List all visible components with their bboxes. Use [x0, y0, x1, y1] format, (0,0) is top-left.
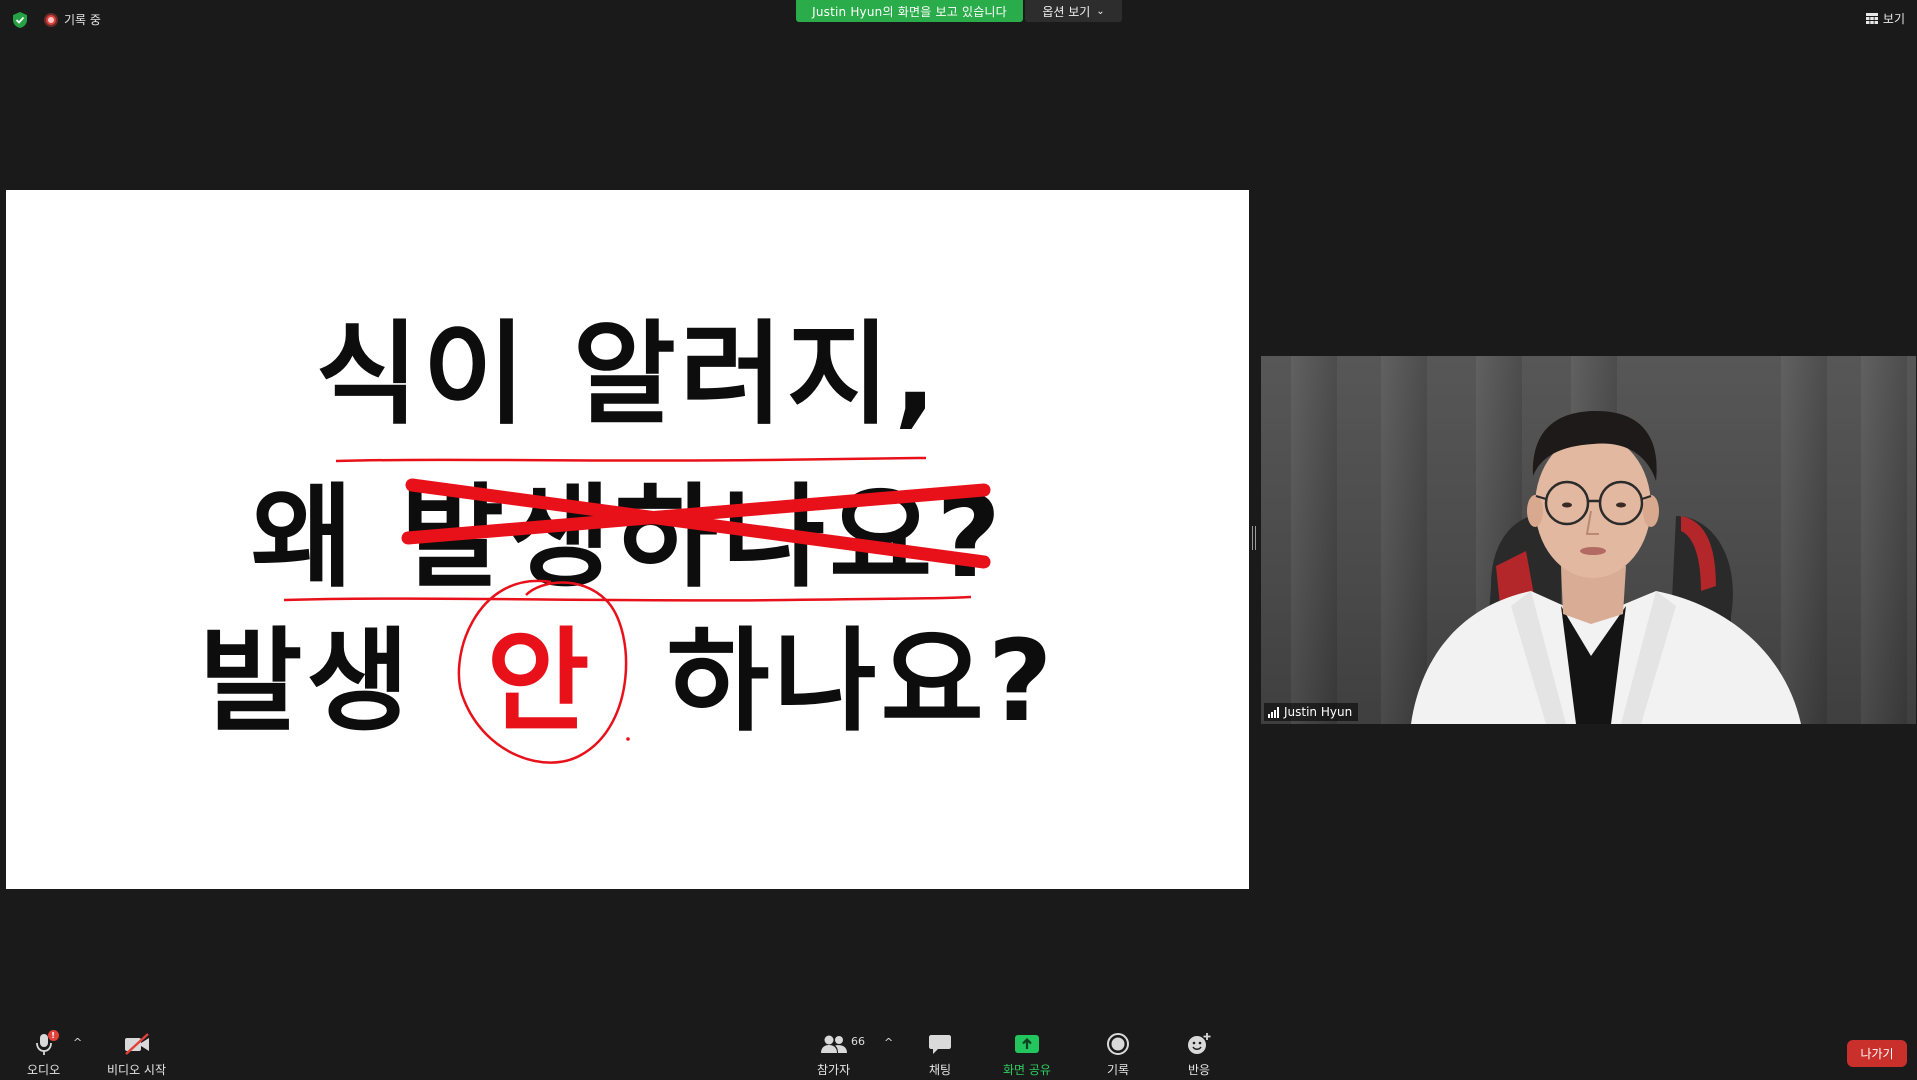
- participants-label: 참가자: [817, 1063, 851, 1077]
- leave-label: 나가기: [1860, 1047, 1894, 1061]
- participant-name-tag: Justin Hyun: [1264, 703, 1359, 721]
- share-screen-button[interactable]: 화면 공유: [1003, 1031, 1051, 1078]
- meeting-toolbar: ! 오디오 ^ 비디오 시작 참가자 66 ^ 채팅 화면 공유 기록 반응: [0, 1020, 1917, 1080]
- participant-video-tile[interactable]: Justin Hyun: [1261, 356, 1916, 724]
- start-video-label: 비디오 시작: [107, 1063, 167, 1077]
- recording-indicator[interactable]: 기록 중: [44, 11, 101, 28]
- recording-label: 기록 중: [64, 13, 101, 27]
- participant-name: Justin Hyun: [1284, 705, 1353, 719]
- slide-line-3-highlight: 안: [486, 617, 593, 747]
- people-icon: [820, 1035, 847, 1053]
- view-options-label: 옵션 보기: [1042, 4, 1091, 19]
- participants-button[interactable]: 참가자: [817, 1031, 850, 1078]
- audio-options-caret[interactable]: ^: [73, 1036, 82, 1049]
- annotation-underline-1: [335, 456, 927, 463]
- view-options-button[interactable]: 옵션 보기 ⌄: [1025, 0, 1122, 22]
- resize-handle[interactable]: [1252, 526, 1256, 550]
- signal-strength-icon: [1268, 706, 1279, 718]
- leave-meeting-button[interactable]: 나가기: [1847, 1040, 1907, 1067]
- participants-count: 66: [851, 1035, 865, 1048]
- chat-button[interactable]: 채팅: [928, 1031, 952, 1078]
- shield-check-icon[interactable]: [11, 11, 29, 29]
- audio-warning-badge: !: [47, 1030, 59, 1041]
- grid-icon: [1865, 13, 1878, 24]
- annotation-dot: [626, 737, 630, 741]
- reactions-label: 반응: [1187, 1063, 1211, 1077]
- record-circle-icon: [1107, 1033, 1129, 1055]
- slide-line-3-word-2: 하나요?: [667, 617, 1057, 747]
- audio-label: 오디오: [27, 1063, 61, 1077]
- slide-line-1: 식이 알러지,: [316, 310, 941, 440]
- reactions-button[interactable]: 반응: [1186, 1031, 1212, 1078]
- view-button[interactable]: 보기: [1865, 10, 1905, 27]
- start-video-button[interactable]: 비디오 시작: [107, 1031, 166, 1078]
- participants-options-caret[interactable]: ^: [884, 1036, 893, 1049]
- chat-bubble-icon: [929, 1035, 951, 1054]
- share-screen-label: 화면 공유: [1003, 1063, 1051, 1077]
- record-label: 기록: [1106, 1063, 1130, 1077]
- video-camera-off-icon: [124, 1033, 149, 1055]
- zoom-meeting-window: 기록 중 Justin Hyun의 화면을 보고 있습니다 옵션 보기 ⌄ 보기…: [0, 0, 1917, 1080]
- smiley-plus-icon: [1188, 1033, 1211, 1054]
- slide-line-3: 발생 안 하나요?: [199, 617, 1056, 747]
- audio-button[interactable]: ! 오디오: [27, 1030, 61, 1078]
- share-banner-text: Justin Hyun의 화면을 보고 있습니다: [812, 4, 1007, 19]
- record-dot-icon: [44, 12, 58, 27]
- share-screen-up-arrow-icon: [1014, 1035, 1039, 1053]
- record-button[interactable]: 기록: [1106, 1031, 1130, 1078]
- participant-video-frame: [1411, 411, 1801, 724]
- slide-canvas: 식이 알러지, 왜 발생하나요? 발생 안 하나요?: [199, 310, 1056, 764]
- shared-screen-slide: 식이 알러지, 왜 발생하나요? 발생 안 하나요?: [6, 190, 1249, 889]
- screen-share-banner: Justin Hyun의 화면을 보고 있습니다: [796, 0, 1023, 22]
- slide-line-3-word-1: 발생: [199, 617, 413, 747]
- chat-label: 채팅: [928, 1063, 952, 1077]
- view-label: 보기: [1882, 12, 1905, 26]
- chevron-down-icon: ⌄: [1096, 5, 1105, 17]
